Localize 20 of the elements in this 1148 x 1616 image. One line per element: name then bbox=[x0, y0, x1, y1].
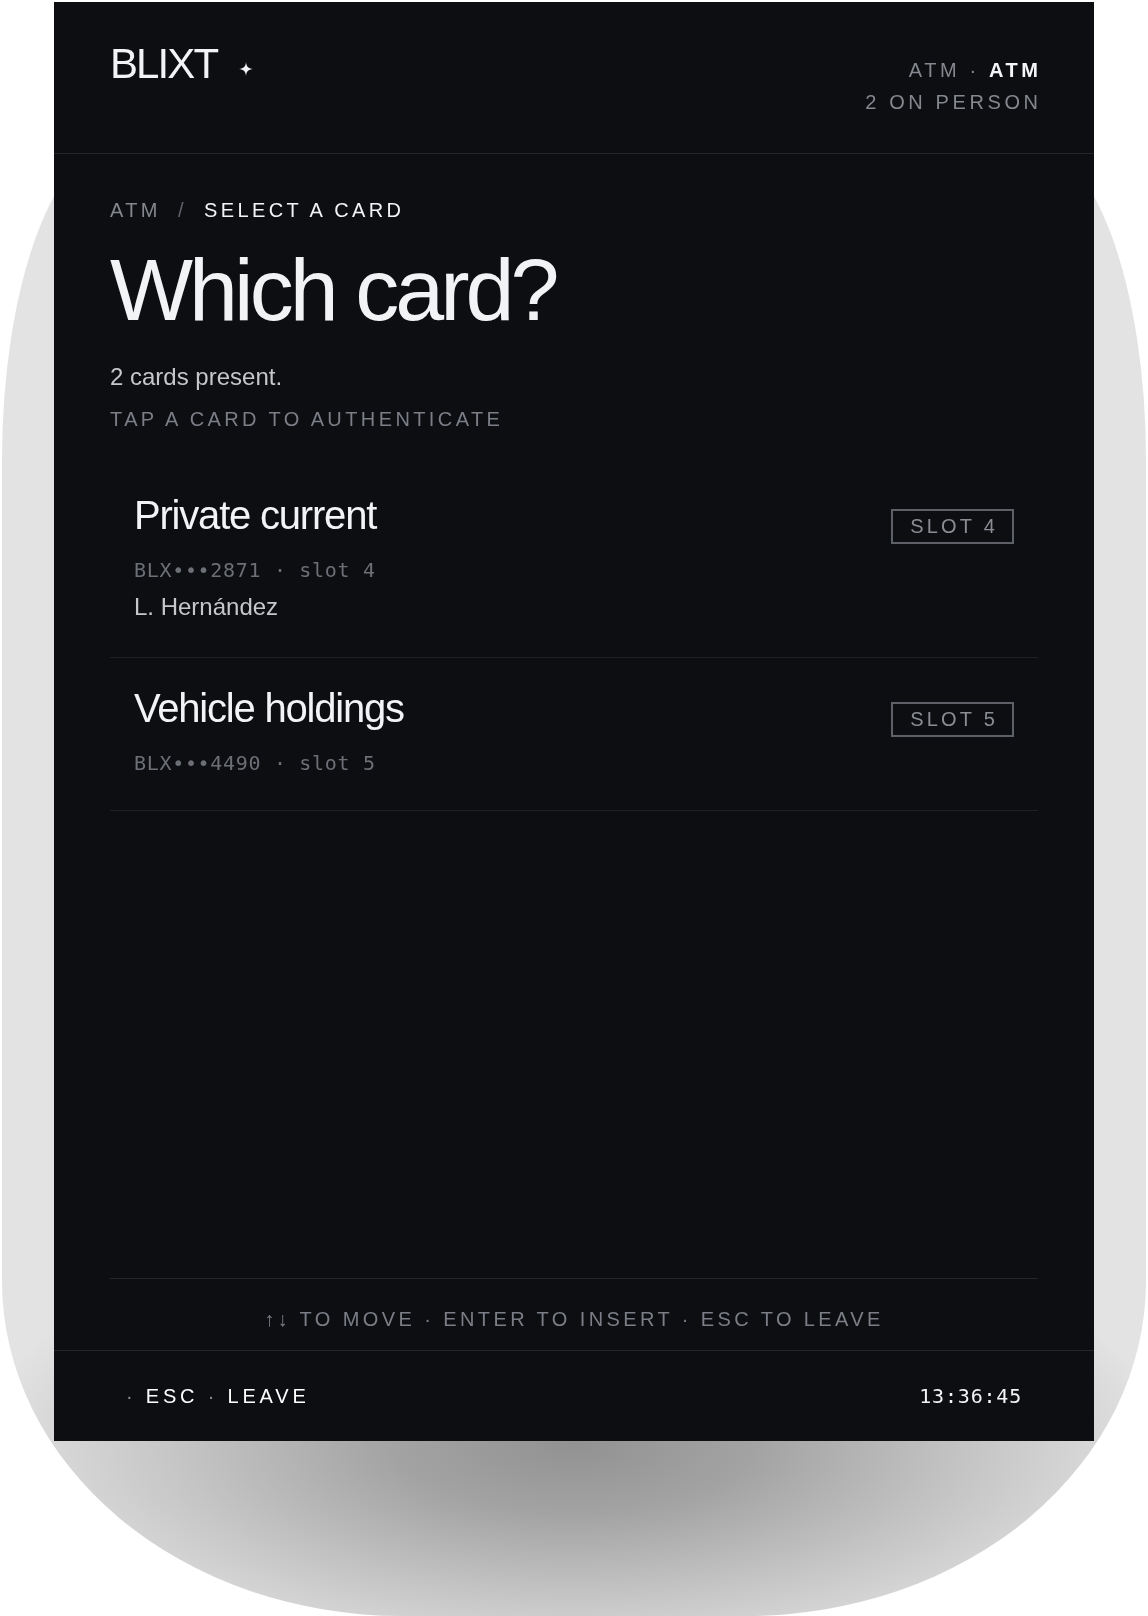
card-holder: L. Hernández bbox=[134, 592, 280, 622]
slot-badge: SLOT 4 bbox=[891, 509, 1014, 544]
breadcrumb-link[interactable]: ATM bbox=[110, 196, 161, 224]
key-legend: · ESC · LEAVE bbox=[126, 1382, 310, 1410]
sparkle-icon bbox=[239, 61, 254, 76]
breadcrumb-separator: / bbox=[177, 198, 187, 223]
card-name: Private current bbox=[134, 492, 377, 539]
card-count: 2 cards present. bbox=[110, 362, 284, 392]
instruction-text: TAP A CARD TO AUTHENTICATE bbox=[110, 407, 505, 432]
card-number: BLX•••2871 · slot 4 bbox=[134, 557, 377, 584]
mode-status: ATM · ATM bbox=[907, 58, 1042, 83]
breadcrumb-current: SELECT A CARD bbox=[203, 198, 405, 223]
clock-time: 13:36:45 bbox=[919, 1383, 1022, 1410]
card-name: Vehicle holdings bbox=[134, 685, 404, 732]
presence-count: 2 ON PERSON bbox=[865, 90, 1042, 115]
brand-logo: BLIXT bbox=[110, 39, 218, 89]
page-title: Which card? bbox=[110, 246, 557, 334]
keyboard-hint: ↑↓ TO MOVE · ENTER TO INSERT · ESC TO LEAVE bbox=[264, 1308, 884, 1330]
slot-badge: SLOT 5 bbox=[891, 702, 1014, 737]
card-number: BLX•••4490 · slot 5 bbox=[134, 750, 377, 777]
